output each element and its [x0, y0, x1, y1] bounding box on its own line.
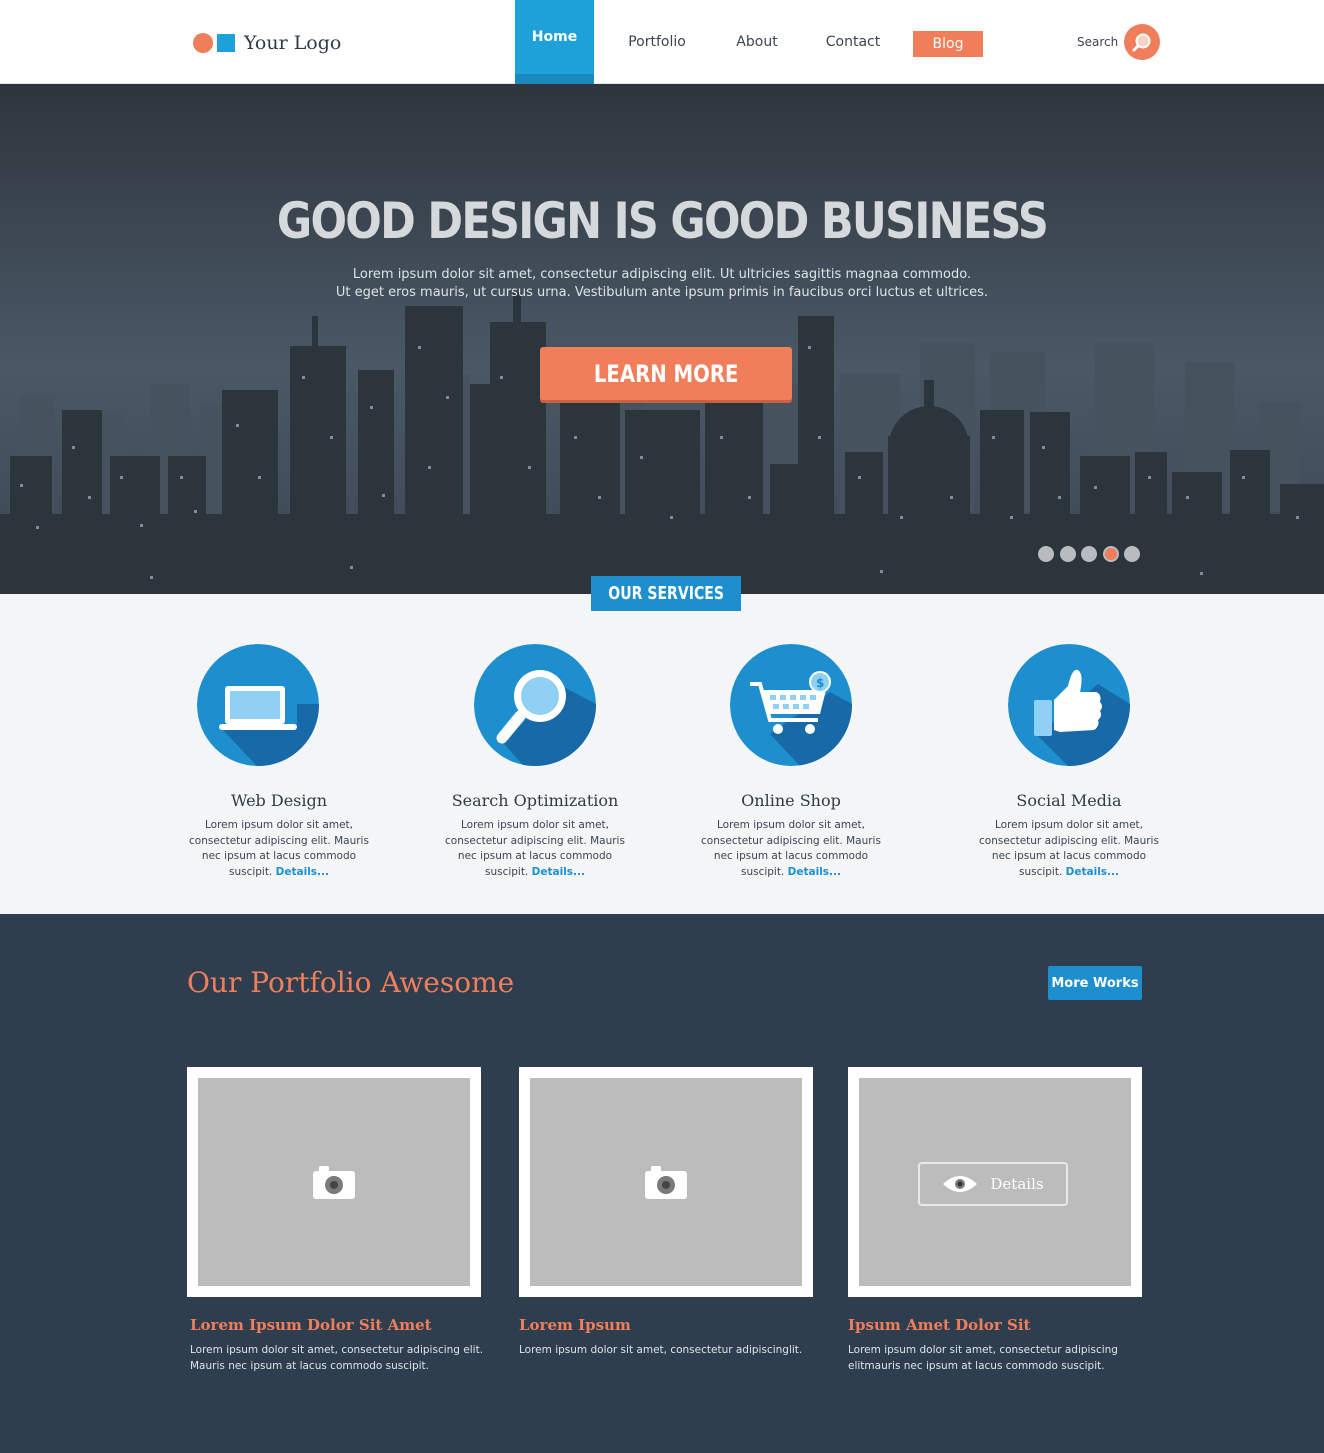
service-title: Online Shop	[741, 791, 841, 810]
service-description: Lorem ipsum dolor sit amet, consectetur …	[445, 818, 625, 880]
portfolio-card-2[interactable]	[519, 1067, 813, 1297]
portfolio-item-text: Lorem ipsum dolor sit amet, consectetur …	[519, 1344, 803, 1356]
portfolio-card-3[interactable]: Details	[848, 1067, 1142, 1297]
svg-text:$: $	[816, 676, 824, 690]
logo-text: Your Logo	[244, 32, 342, 54]
hero-text-line-2: Ut eget eros mauris, ut cursus urna. Ves…	[335, 285, 989, 300]
service-title: Web Design	[230, 791, 328, 810]
camera-icon	[645, 1166, 687, 1199]
nav-home[interactable]: Home	[515, 0, 594, 84]
logo-square-icon	[217, 34, 235, 52]
logo-circle-icon	[193, 33, 213, 53]
services-section: OUR SERVICES Web Design Lorem ipsum dolo…	[0, 576, 1324, 914]
slider-dot-3[interactable]	[1081, 546, 1097, 562]
details-overlay-button[interactable]: Details	[918, 1162, 1068, 1206]
portfolio-image-placeholder	[198, 1078, 470, 1286]
service-title: Search Optimization	[451, 791, 619, 810]
slider-dot-5[interactable]	[1124, 546, 1140, 562]
magnifier-icon	[474, 644, 596, 766]
portfolio-item-title[interactable]: Lorem Ipsum	[519, 1316, 631, 1334]
slider-dot-2[interactable]	[1059, 546, 1076, 562]
shopping-cart-icon: $	[730, 644, 852, 766]
portfolio-item-text: Lorem ipsum dolor sit amet, consectetur …	[848, 1344, 1118, 1372]
service-details-link[interactable]: Details...	[1066, 866, 1119, 878]
service-title: Social Media	[1016, 791, 1122, 810]
portfolio-item-text: Lorem ipsum dolor sit amet, consectetur …	[190, 1344, 484, 1372]
service-description: Lorem ipsum dolor sit amet, consectetur …	[701, 818, 881, 880]
services-badge: OUR SERVICES	[591, 576, 741, 611]
nav-contact[interactable]: Contact	[815, 0, 891, 84]
portfolio-card-1[interactable]	[187, 1067, 481, 1297]
portfolio-title: Our Portfolio Awesome	[187, 966, 515, 999]
nav-blog[interactable]: Blog	[913, 31, 983, 57]
search-button[interactable]	[1124, 24, 1160, 60]
nav-about[interactable]: About	[725, 0, 789, 84]
hero-text-line-1: Lorem ipsum dolor sit amet, consectetur …	[352, 267, 972, 282]
logo[interactable]: Your Logo	[193, 32, 341, 54]
service-details-link[interactable]: Details...	[532, 866, 585, 878]
eye-icon	[943, 1176, 978, 1192]
portfolio-item-title[interactable]: Ipsum Amet Dolor Sit	[848, 1316, 1030, 1334]
portfolio-image-placeholder	[530, 1078, 802, 1286]
service-description: Lorem ipsum dolor sit amet, consectetur …	[979, 818, 1159, 880]
slider-dot-4[interactable]	[1102, 546, 1119, 562]
more-works-button[interactable]: More Works	[1048, 966, 1142, 1000]
thumbs-up-icon	[1008, 644, 1130, 766]
portfolio-item-title[interactable]: Lorem Ipsum Dolor Sit Amet	[190, 1316, 432, 1334]
portfolio-image-placeholder: Details	[859, 1078, 1131, 1286]
slider-dot-1[interactable]	[1038, 546, 1054, 562]
learn-more-button[interactable]: LEARN MORE	[540, 347, 792, 400]
laptop-icon	[197, 644, 319, 766]
hero-title: GOOD DESIGN IS GOOD BUSINESS	[276, 192, 1049, 250]
search-icon	[1132, 33, 1151, 52]
details-overlay-label: Details	[990, 1175, 1044, 1193]
nav-home-label: Home	[531, 29, 578, 45]
service-details-link[interactable]: Details...	[276, 866, 329, 878]
city-skyline-illustration	[0, 292, 1324, 594]
service-details-link[interactable]: Details...	[788, 866, 841, 878]
service-description: Lorem ipsum dolor sit amet, consectetur …	[189, 818, 369, 880]
hero-banner: GOOD DESIGN IS GOOD BUSINESS Lorem ipsum…	[0, 84, 1324, 594]
site-header: Your Logo Home Portfolio About Contact B…	[0, 0, 1324, 84]
camera-icon	[313, 1166, 355, 1199]
search-label: Search	[1077, 35, 1119, 49]
services-badge-label: OUR SERVICES	[608, 583, 724, 604]
portfolio-section: Our Portfolio Awesome More Works Details…	[0, 914, 1324, 1453]
nav-portfolio[interactable]: Portfolio	[615, 0, 699, 84]
slider-pagination	[1038, 546, 1146, 562]
learn-more-label: LEARN MORE	[593, 359, 739, 388]
